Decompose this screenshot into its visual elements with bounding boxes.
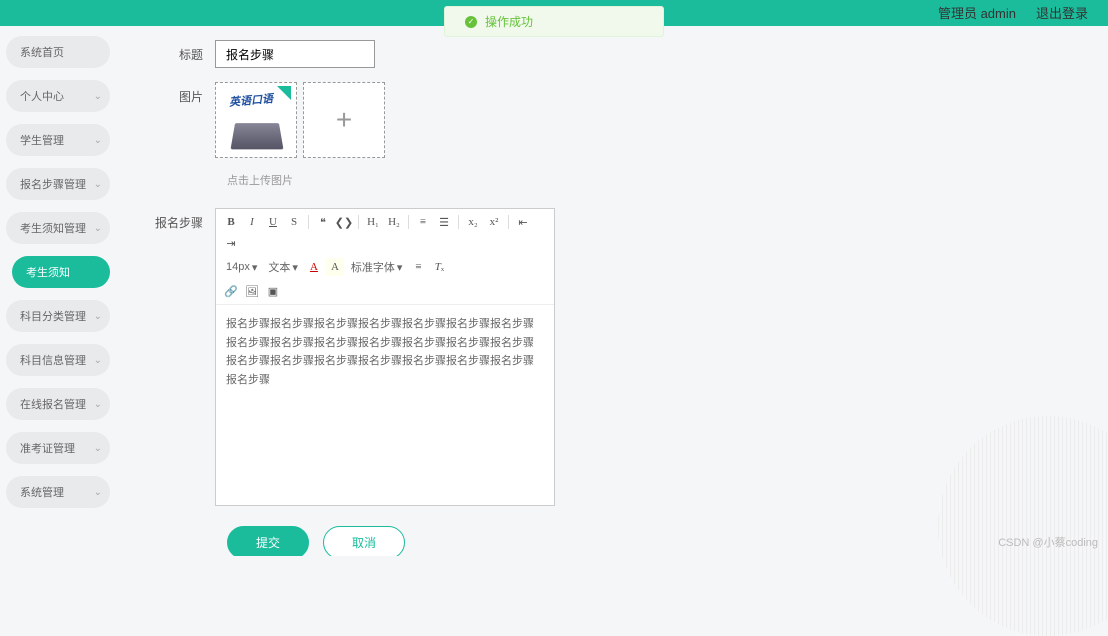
admin-label[interactable]: 管理员 admin: [938, 3, 1016, 22]
subscript-icon[interactable]: x₂: [464, 213, 482, 231]
link-icon[interactable]: 🔗: [222, 282, 240, 300]
main-content: 标题 图片 英语口语 + 点击上传图片 报名步骤 B I U S: [125, 30, 1108, 556]
sidebar-item-student[interactable]: 学生管理 ⌄: [6, 124, 110, 156]
sidebar-item-home[interactable]: 系统首页: [6, 36, 110, 68]
sidebar-item-label: 系统首页: [20, 44, 64, 60]
image-row: 图片 英语口语 +: [155, 82, 1078, 158]
quote-icon[interactable]: ❝: [314, 213, 332, 231]
dropdown-icon: ▾: [292, 261, 298, 274]
superscript-icon[interactable]: x²: [485, 213, 503, 231]
text-color-icon[interactable]: A: [305, 258, 323, 276]
outdent-icon[interactable]: ⇥: [222, 234, 240, 252]
sidebar-item-notice[interactable]: 考生须知: [12, 256, 110, 288]
sidebar-item-notice-mgmt[interactable]: 考生须知管理 ⌄: [6, 212, 110, 244]
bg-color-icon[interactable]: A: [326, 258, 344, 276]
list-ordered-icon[interactable]: ≡: [414, 213, 432, 231]
title-row: 标题: [155, 40, 1078, 68]
submit-button[interactable]: 提交: [227, 526, 309, 556]
header-right: 管理员 admin 退出登录: [938, 3, 1088, 22]
h2-icon[interactable]: H₂: [385, 213, 403, 231]
image-label: 图片: [155, 82, 215, 105]
editor-content[interactable]: 报名步骤报名步骤报名步骤报名步骤报名步骤报名步骤报名步骤报名步骤报名步骤报名步骤…: [216, 305, 554, 505]
separator: [458, 215, 459, 229]
book-icon: [231, 123, 284, 149]
chevron-down-icon: ⌄: [94, 179, 102, 190]
title-input[interactable]: [215, 40, 375, 68]
chevron-down-icon: ⌄: [94, 355, 102, 366]
chevron-down-icon: ⌄: [94, 91, 102, 102]
separator: [408, 215, 409, 229]
underline-icon[interactable]: U: [264, 213, 282, 231]
dropdown-icon: ▾: [397, 261, 403, 274]
strike-icon[interactable]: S: [285, 213, 303, 231]
sidebar-item-label: 科目分类管理: [20, 308, 86, 324]
clear-format-icon[interactable]: Tₓ: [430, 258, 448, 276]
font-family-select[interactable]: 标准字体 ▾: [347, 259, 407, 275]
corner-badge-icon: [277, 86, 291, 100]
sidebar-item-label: 个人中心: [20, 88, 64, 104]
align-icon[interactable]: ≡: [409, 258, 427, 276]
sidebar-item-subject-cat[interactable]: 科目分类管理 ⌄: [6, 300, 110, 332]
rich-text-editor: B I U S ❝ ❮❯ H₁ H₂ ≡ ☰ x₂ x² ⇤ ⇥ 1: [215, 208, 555, 506]
image-caption: 英语口语: [228, 90, 273, 110]
video-icon[interactable]: ▣: [264, 282, 282, 300]
dropdown-icon: ▾: [252, 261, 258, 274]
chevron-down-icon: ⌄: [94, 135, 102, 146]
sidebar-item-ticket[interactable]: 准考证管理 ⌄: [6, 432, 110, 464]
sidebar-item-label: 系统管理: [20, 484, 64, 500]
separator: [508, 215, 509, 229]
sidebar-item-signup-steps[interactable]: 报名步骤管理 ⌄: [6, 168, 110, 200]
h1-icon[interactable]: H₁: [364, 213, 382, 231]
image-preview[interactable]: 英语口语: [215, 82, 297, 158]
success-icon: ✓: [465, 16, 477, 28]
logout-link[interactable]: 退出登录: [1036, 3, 1088, 22]
chevron-down-icon: ⌄: [94, 443, 102, 454]
sidebar-item-label: 在线报名管理: [20, 396, 86, 412]
sidebar-item-label: 学生管理: [20, 132, 64, 148]
notification-message: 操作成功: [485, 13, 533, 30]
cancel-button[interactable]: 取消: [323, 526, 405, 556]
sidebar-item-online-signup[interactable]: 在线报名管理 ⌄: [6, 388, 110, 420]
sidebar-item-profile[interactable]: 个人中心 ⌄: [6, 80, 110, 112]
bold-icon[interactable]: B: [222, 213, 240, 231]
add-image-button[interactable]: +: [303, 82, 385, 158]
preview-thumbnail: 英语口语: [221, 86, 291, 154]
sidebar-item-label: 科目信息管理: [20, 352, 86, 368]
title-label: 标题: [155, 40, 215, 63]
image-uploader: 英语口语 +: [215, 82, 385, 158]
chevron-down-icon: ⌄: [94, 223, 102, 234]
list-unordered-icon[interactable]: ☰: [435, 213, 453, 231]
sidebar-item-label: 考生须知: [26, 264, 70, 280]
sidebar-item-label: 准考证管理: [20, 440, 75, 456]
separator: [358, 215, 359, 229]
image-icon[interactable]: 🖼: [243, 282, 261, 300]
steps-row: 报名步骤 B I U S ❝ ❮❯ H₁ H₂ ≡ ☰ x₂ x² ⇤: [155, 208, 1078, 506]
code-icon[interactable]: ❮❯: [335, 213, 353, 231]
watermark: CSDN @小蔡coding: [998, 534, 1098, 550]
font-size-select[interactable]: 14px ▾: [222, 261, 261, 274]
sidebar: 系统首页 个人中心 ⌄ 学生管理 ⌄ 报名步骤管理 ⌄ 考生须知管理 ⌄ 考生须…: [6, 36, 110, 508]
chevron-down-icon: ⌄: [94, 399, 102, 410]
chevron-down-icon: ⌄: [94, 487, 102, 498]
sidebar-item-subject-info[interactable]: 科目信息管理 ⌄: [6, 344, 110, 376]
italic-icon[interactable]: I: [243, 213, 261, 231]
steps-label: 报名步骤: [155, 208, 215, 506]
sidebar-item-label: 报名步骤管理: [20, 176, 86, 192]
separator: [308, 215, 309, 229]
text-type-select[interactable]: 文本 ▾: [264, 259, 302, 275]
editor-toolbar: B I U S ❝ ❮❯ H₁ H₂ ≡ ☰ x₂ x² ⇤ ⇥ 1: [216, 209, 554, 305]
button-row: 提交 取消: [227, 526, 1078, 556]
indent-icon[interactable]: ⇤: [514, 213, 532, 231]
sidebar-item-system[interactable]: 系统管理 ⌄: [6, 476, 110, 508]
upload-hint: 点击上传图片: [227, 172, 1078, 188]
sidebar-item-label: 考生须知管理: [20, 220, 86, 236]
chevron-down-icon: ⌄: [94, 311, 102, 322]
